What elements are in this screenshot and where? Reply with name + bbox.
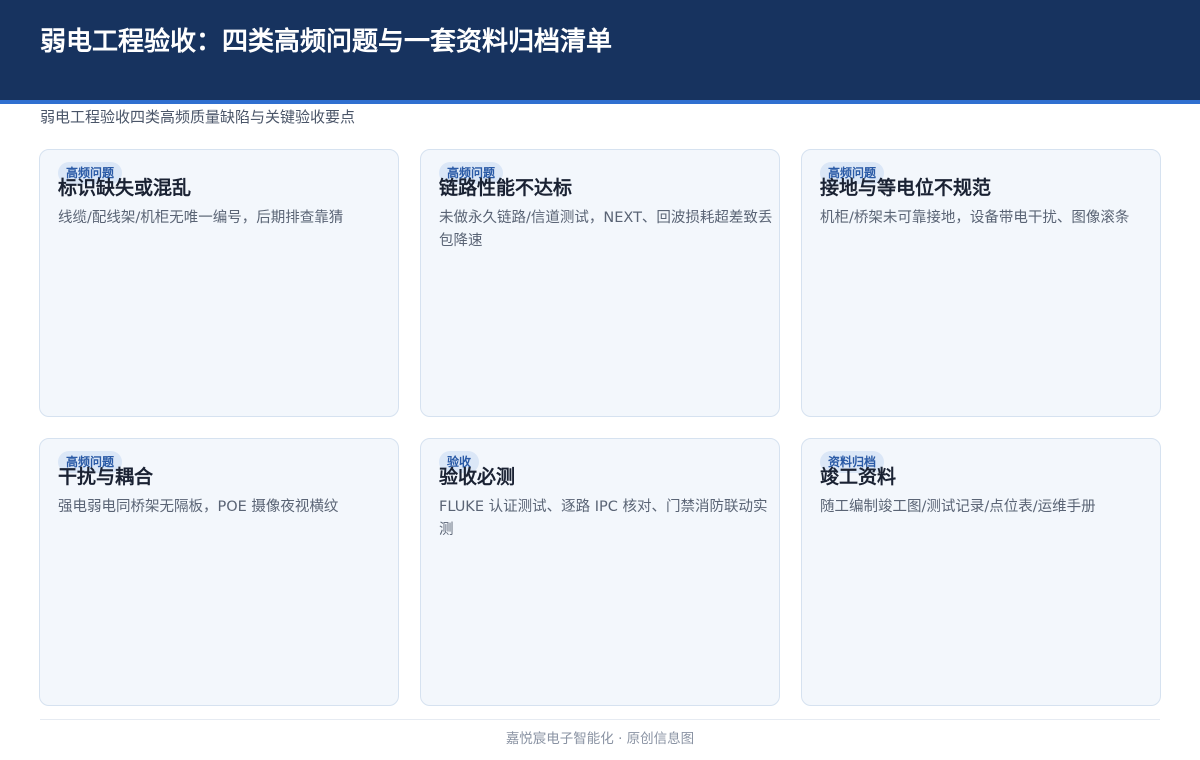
card-description: 随工编制竣工图/测试记录/点位表/运维手册 [820,499,1096,515]
card-title: 竣工资料 [820,466,897,488]
footer-divider [40,719,1160,720]
card-acceptance-tests: 验收 验收必测 FLUKE 认证测试、逐路 IPC 核对、门禁消防联动实测 [420,438,780,706]
card-description: 未做永久链路/信道测试，NEXT、回波损耗超差致丢包降速 [439,210,773,249]
footer-credit: 嘉悦宸电子智能化 · 原创信息图 [505,731,695,747]
card-labeling-issue: 高频问题 标识缺失或混乱 线缆/配线架/机柜无唯一编号，后期排查靠猜 [39,149,399,417]
card-as-built-documents: 资料归档 竣工资料 随工编制竣工图/测试记录/点位表/运维手册 [801,438,1161,706]
card-description: 机柜/桥架未可靠接地，设备带电干扰、图像滚条 [820,210,1130,226]
card-link-performance-issue: 高频问题 链路性能不达标 未做永久链路/信道测试，NEXT、回波损耗超差致丢包降… [420,149,780,417]
card-title: 链路性能不达标 [439,177,573,199]
card-interference-issue: 高频问题 干扰与耦合 强电弱电同桥架无隔板，POE 摄像夜视横纹 [39,438,399,706]
page-subtitle: 弱电工程验收四类高频质量缺陷与关键验收要点 [40,108,356,126]
card-title: 验收必测 [439,466,516,488]
card-title: 干扰与耦合 [58,466,154,488]
card-description: 线缆/配线架/机柜无唯一编号，后期排查靠猜 [58,210,344,226]
header-bar: 弱电工程验收：四类高频问题与一套资料归档清单 [0,0,1200,100]
card-title: 标识缺失或混乱 [58,177,192,199]
card-description: 强电弱电同桥架无隔板，POE 摄像夜视横纹 [58,499,339,515]
card-grounding-issue: 高频问题 接地与等电位不规范 机柜/桥架未可靠接地，设备带电干扰、图像滚条 [801,149,1161,417]
page-title: 弱电工程验收：四类高频问题与一套资料归档清单 [40,27,613,57]
header-accent-line [0,100,1200,104]
card-description: FLUKE 认证测试、逐路 IPC 核对、门禁消防联动实测 [439,499,768,538]
card-title: 接地与等电位不规范 [820,177,992,199]
